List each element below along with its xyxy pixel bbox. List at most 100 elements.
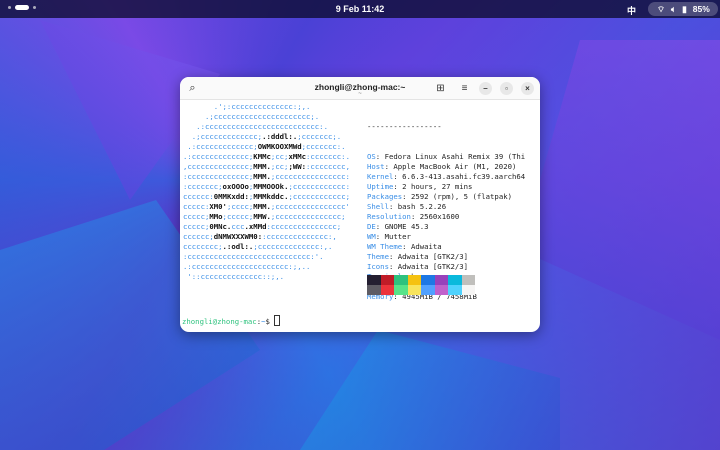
logo-line: ccccc;0MNc.ccc.xMMd:ccccccccccccccc; <box>183 222 350 232</box>
info-key: Theme <box>367 252 389 261</box>
info-key: WM <box>367 232 376 241</box>
color-swatch <box>394 285 408 295</box>
info-value: 6.6.3-413.asahi.fc39.aarch64 <box>402 172 526 181</box>
logo-segment: .:odl:. <box>222 242 254 251</box>
cursor <box>274 315 281 326</box>
clock[interactable]: 9 Feb 11:42 <box>0 4 720 14</box>
logo-segment: cccccc: <box>183 192 214 201</box>
logo-segment: :cccccccccccccccccccccccccccc:'. <box>183 252 324 261</box>
info-value: 2592 (rpm), 5 (flatpak) <box>410 192 512 201</box>
battery-icon: ▮ <box>682 3 687 14</box>
logo-segment: ;ccccccccccccccc; <box>270 212 346 221</box>
maximize-button[interactable]: ▫ <box>500 82 513 95</box>
wallpaper-shape <box>520 40 720 340</box>
logo-segment: MMMkddc. <box>253 192 289 201</box>
logo-segment: 0MMKxdd: <box>213 192 249 201</box>
battery-percent: 85% <box>692 4 710 14</box>
color-swatch <box>421 275 435 285</box>
logo-segment: MMM. <box>253 162 271 171</box>
logo-line: .:cccccccccccccccccccccc:;,.. <box>183 262 350 272</box>
logo-segment: .:cccccccccccccccccccccccccc:. <box>183 122 328 131</box>
logo-segment: oxOOOo <box>222 182 249 191</box>
info-key: WM Theme <box>367 242 403 251</box>
info-separator: ----------------- <box>367 122 442 131</box>
info-value: GNOME 45.3 <box>384 222 429 231</box>
info-row: Shell: bash 5.2.26 <box>367 202 447 211</box>
info-row: WM: Mutter <box>367 232 411 241</box>
system-status-menu[interactable]: ⌔ 🔈︎ ▮ 85% <box>648 2 718 16</box>
logo-segment: cccccc; <box>183 232 214 241</box>
logo-segment: ccccc; <box>183 212 210 221</box>
logo-line: .:ccccccccccccc;OWMKOOXMWd;ccccccc:. <box>183 142 350 152</box>
info-value: Fedora Linux Asahi Remix 39 (Thi <box>384 152 526 161</box>
input-method-indicator[interactable]: 中 <box>627 4 636 17</box>
logo-segment: ;cc; <box>270 162 289 171</box>
logo-segment: ;cccccccccccc: <box>288 182 350 191</box>
logo-segment: ;ccccc; <box>222 212 254 221</box>
logo-segment: ccccc: <box>183 202 210 211</box>
logo-line: .';:cccccccccccccc:;,. <box>183 102 350 112</box>
logo-segment: :ccccccc; <box>183 182 223 191</box>
new-tab-icon[interactable]: ⊞ <box>434 82 447 95</box>
info-key: DE <box>367 222 376 231</box>
logo-line: :cccccccccccccccccccccccccccc:'. <box>183 252 350 262</box>
color-swatch <box>380 275 394 285</box>
color-swatch <box>461 275 475 285</box>
info-row: OS: Fedora Linux Asahi Remix 39 (Thi <box>367 152 526 161</box>
logo-segment: XM0' <box>209 202 227 211</box>
info-value: Adwaita [GTK2/3] <box>397 262 469 271</box>
logo-segment: :ccccccccccccccc; <box>266 222 342 231</box>
logo-line: .:cccccccccccccccccccccccccc:. <box>183 122 350 132</box>
shell-prompt[interactable]: zhongli@zhong-mac:~$ <box>182 315 281 327</box>
logo-segment: ;cccccccccccccccc: <box>270 172 350 181</box>
color-swatch <box>461 285 475 295</box>
color-swatch <box>380 285 394 295</box>
logo-segment: ;cccccccccccccccc' <box>270 202 350 211</box>
info-row: Icons: Adwaita [GTK2/3] <box>367 262 469 271</box>
system-info: ----------------- OS: Fedora Linux Asahi… <box>367 102 525 302</box>
minimize-button[interactable]: – <box>479 82 492 95</box>
color-palette <box>367 275 475 295</box>
logo-segment: xMMc <box>288 152 307 161</box>
terminal-window: ⌕ zhongli@zhong-mac:~ ~ ⊞ ≡ – ▫ × .';:cc… <box>180 77 540 332</box>
logo-line: ,cccccccccccccc;MMM.;cc;;WW::cccccccc, <box>183 162 350 172</box>
logo-line: .;cccccccccccccccccccccc;. <box>183 112 350 122</box>
menu-icon[interactable]: ≡ <box>458 82 471 95</box>
logo-segment: ,cccccccccccccc; <box>183 162 254 171</box>
info-row: Uptime: 2 hours, 27 mins <box>367 182 473 191</box>
logo-segment: :ccccccc:. <box>306 152 350 161</box>
logo-line: cccccccc;.:odl:.;cccccccccccccc:,. <box>183 242 350 252</box>
header-bar: ⌕ zhongli@zhong-mac:~ ~ ⊞ ≡ – ▫ × <box>180 77 540 100</box>
info-key: Icons <box>367 262 389 271</box>
color-swatch <box>407 275 421 285</box>
logo-line: .:ccccccccccccc;KMMc;cc;xMMc:ccccccc:. <box>183 152 350 162</box>
logo-segment: ;ccccccc;. <box>297 132 342 141</box>
info-value: Adwaita <box>410 242 442 251</box>
terminal-content[interactable]: .';:cccccccccccccc:;,. .;ccccccccccccccc… <box>180 101 540 332</box>
info-value: Adwaita [GTK2/3] <box>397 252 469 261</box>
color-swatch <box>421 285 435 295</box>
logo-line: '::cccccccccccccc::;,. <box>183 272 350 282</box>
color-swatch <box>367 285 381 295</box>
prompt-symbol: $ <box>265 317 275 326</box>
logo-line: :cccccccccccccc;MMM.;cccccccccccccccc: <box>183 172 350 182</box>
logo-line: cccccc;dNMWXXXWM0::cccccccccccccc:, <box>183 232 350 242</box>
info-row: WM Theme: Adwaita <box>367 242 442 251</box>
info-key: Packages <box>367 192 403 201</box>
close-button[interactable]: × <box>521 82 534 95</box>
wifi-icon: ⌔ <box>657 3 665 14</box>
color-swatch <box>394 275 408 285</box>
logo-segment: :cccccccc, <box>306 162 350 171</box>
color-swatch <box>434 285 448 295</box>
logo-segment: OWMKOOXMWd <box>257 142 302 151</box>
info-value: bash 5.2.26 <box>397 202 447 211</box>
logo-line: ccccc:XM0';cccc;MMM.;cccccccccccccccc' <box>183 202 350 212</box>
info-row: Packages: 2592 (rpm), 5 (flatpak) <box>367 192 512 201</box>
logo-segment: 0MNc. <box>209 222 232 231</box>
logo-segment: ;cc; <box>270 152 289 161</box>
logo-segment: ;cccc; <box>226 202 254 211</box>
logo-segment: ccc <box>231 222 245 231</box>
logo-segment: MMo <box>209 212 223 221</box>
logo-segment: dNMWXXXWM0: <box>213 232 263 241</box>
prompt-user: zhongli@zhong-mac <box>182 317 257 326</box>
